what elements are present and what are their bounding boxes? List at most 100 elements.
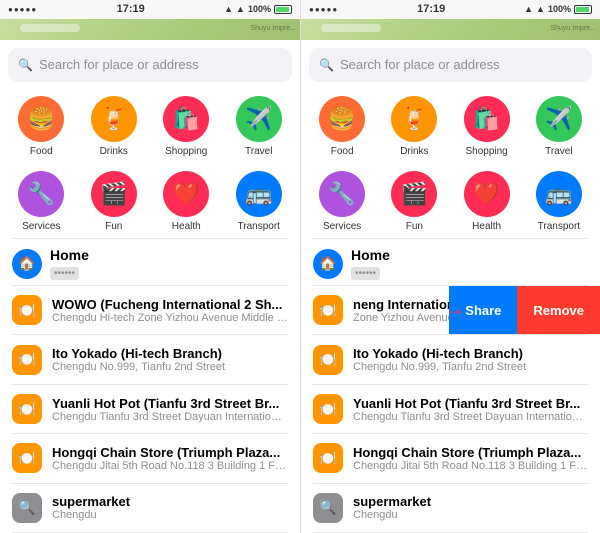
category-icon: ✈️ [236, 96, 282, 142]
category-item-services[interactable]: 🔧 Services [6, 165, 77, 238]
category-item-health[interactable]: ❤️ Health [452, 165, 522, 238]
category-label: Travel [545, 146, 572, 157]
category-item-food[interactable]: 🍔 Food [6, 90, 77, 163]
category-label: Health [472, 221, 501, 232]
map-strip: Shuyu Impre... [301, 19, 600, 40]
category-label: Drinks [100, 146, 128, 157]
list-item-title: Ito Yokado (Hi-tech Branch) [52, 346, 288, 361]
saved-info: Home •••••• [50, 247, 288, 281]
category-item-fun[interactable]: 🎬 Fun [79, 165, 150, 238]
list-item-sub: Chengdu [353, 509, 588, 521]
category-icon: 🛍️ [163, 96, 209, 142]
list-item-1[interactable]: 🍽️ Ito Yokado (Hi-tech Branch) Chengdu N… [301, 335, 600, 383]
category-icon: 🍹 [391, 96, 437, 142]
list-item-icon: 🍽️ [313, 443, 343, 473]
list-item-sub: Chengdu Jitai 5th Road No.118 3 Building… [353, 460, 588, 472]
status-left: ●●●●● [8, 5, 37, 14]
list-item-2[interactable]: 🍽️ Yuanli Hot Pot (Tianfu 3rd Street Br.… [0, 385, 300, 433]
map-strip: Shuyu Impre... [0, 19, 300, 40]
list-item-4[interactable]: 🔍 supermarket Chengdu [301, 484, 600, 532]
wifi-icon: ▲ [236, 4, 245, 14]
category-item-transport[interactable]: 🚌 Transport [224, 165, 295, 238]
category-icon: ❤️ [464, 171, 510, 217]
list-item-content: WOWO (Fucheng International 2 Sh... Chen… [52, 297, 288, 324]
category-item-health[interactable]: ❤️ Health [151, 165, 222, 238]
category-item-drinks[interactable]: 🍹 Drinks [379, 90, 449, 163]
battery-icon [274, 5, 292, 14]
list-item-3[interactable]: 🍽️ Hongqi Chain Store (Triumph Plaza... … [301, 434, 600, 482]
status-time: 17:19 [417, 3, 445, 15]
saved-section[interactable]: 🏠 Home •••••• [301, 239, 600, 285]
list-item-content: Yuanli Hot Pot (Tianfu 3rd Street Br... … [52, 396, 288, 423]
list-item-3[interactable]: 🍽️ Hongqi Chain Store (Triumph Plaza... … [0, 434, 300, 482]
list-item-sub: Chengdu Tianfu 3rd Street Dayuan Interna… [52, 411, 288, 423]
list-item-0[interactable]: 🍽️ neng International 2 Sh... Zone Yizho… [301, 286, 600, 334]
list-item-icon: 🍽️ [12, 295, 42, 325]
list-item-icon: 🍽️ [12, 443, 42, 473]
list-item-1[interactable]: 🍽️ Ito Yokado (Hi-tech Branch) Chengdu N… [0, 335, 300, 383]
saved-sub: •••••• [50, 267, 79, 280]
category-icon: 🍔 [319, 96, 365, 142]
category-item-shopping[interactable]: 🛍️ Shopping [151, 90, 222, 163]
category-label: Fun [406, 221, 423, 232]
category-icon: 🔧 [319, 171, 365, 217]
category-icon: ✈️ [536, 96, 582, 142]
category-item-fun[interactable]: 🎬 Fun [379, 165, 449, 238]
list-item-sub: Chengdu Hi-tech Zone Yizhou Avenue Middl… [52, 312, 288, 324]
list-item-sub: Chengdu No.999, Tianfu 2nd Street [353, 361, 588, 373]
list-item-content: Hongqi Chain Store (Triumph Plaza... Che… [353, 445, 588, 472]
list-item-content: Hongqi Chain Store (Triumph Plaza... Che… [52, 445, 288, 472]
list-item-icon: 🍽️ [313, 295, 343, 325]
list-item-icon: 🍽️ [12, 345, 42, 375]
saved-section[interactable]: 🏠 Home •••••• [0, 239, 300, 285]
category-icon: 🎬 [391, 171, 437, 217]
category-grid: 🍔 Food 🍹 Drinks 🛍️ Shopping ✈️ Travel 🔧 … [0, 90, 300, 238]
category-icon: 🍔 [18, 96, 64, 142]
list-item-sub: Chengdu [52, 509, 288, 521]
saved-sub: •••••• [351, 267, 380, 280]
category-label: Food [331, 146, 354, 157]
category-label: Transport [238, 221, 280, 232]
search-bar[interactable]: 🔍 Search for place or address [8, 48, 292, 82]
status-bar: ●●●●● 17:19 ▲ ▲ 100% [301, 0, 600, 19]
list-item-content: Ito Yokado (Hi-tech Branch) Chengdu No.9… [52, 346, 288, 373]
panel-left: ●●●●● 17:19 ▲ ▲ 100% Shuyu Impre... 🔍 Se… [0, 0, 300, 533]
signal-icon: ▲ [524, 4, 533, 14]
category-icon: 🎬 [91, 171, 137, 217]
category-item-food[interactable]: 🍔 Food [307, 90, 377, 163]
category-label: Transport [538, 221, 580, 232]
category-icon: 🍹 [91, 96, 137, 142]
category-label: Services [323, 221, 361, 232]
list-item-icon: 🍽️ [313, 394, 343, 424]
saved-title: Home [351, 247, 588, 263]
remove-button[interactable]: Remove [517, 286, 600, 334]
category-label: Services [22, 221, 60, 232]
list-item-title: Yuanli Hot Pot (Tianfu 3rd Street Br... [52, 396, 288, 411]
list-item-content: supermarket Chengdu [52, 494, 288, 521]
signal-icon: ▲ [224, 4, 233, 14]
category-item-shopping[interactable]: 🛍️ Shopping [452, 90, 522, 163]
list-item-0[interactable]: 🍽️ WOWO (Fucheng International 2 Sh... C… [0, 286, 300, 334]
swipe-arrow: → [445, 299, 465, 322]
status-right: ▲ ▲ 100% [524, 4, 592, 14]
category-icon: 🛍️ [464, 96, 510, 142]
category-grid: 🍔 Food 🍹 Drinks 🛍️ Shopping ✈️ Travel 🔧 … [301, 90, 600, 238]
category-item-services[interactable]: 🔧 Services [307, 165, 377, 238]
category-item-travel[interactable]: ✈️ Travel [224, 90, 295, 163]
category-label: Travel [245, 146, 272, 157]
category-label: Shopping [465, 146, 507, 157]
category-item-transport[interactable]: 🚌 Transport [524, 165, 594, 238]
category-item-travel[interactable]: ✈️ Travel [524, 90, 594, 163]
category-icon: 🚌 [536, 171, 582, 217]
status-bar: ●●●●● 17:19 ▲ ▲ 100% [0, 0, 300, 19]
search-bar[interactable]: 🔍 Search for place or address [309, 48, 592, 82]
list-item-icon: 🔍 [12, 493, 42, 523]
list-item-title: WOWO (Fucheng International 2 Sh... [52, 297, 288, 312]
list-item-4[interactable]: 🔍 supermarket Chengdu [0, 484, 300, 532]
list-item-content: supermarket Chengdu [353, 494, 588, 521]
category-label: Shopping [165, 146, 207, 157]
category-item-drinks[interactable]: 🍹 Drinks [79, 90, 150, 163]
list-item-icon: 🍽️ [313, 345, 343, 375]
battery-label: 100% [548, 4, 571, 14]
list-item-2[interactable]: 🍽️ Yuanli Hot Pot (Tianfu 3rd Street Br.… [301, 385, 600, 433]
